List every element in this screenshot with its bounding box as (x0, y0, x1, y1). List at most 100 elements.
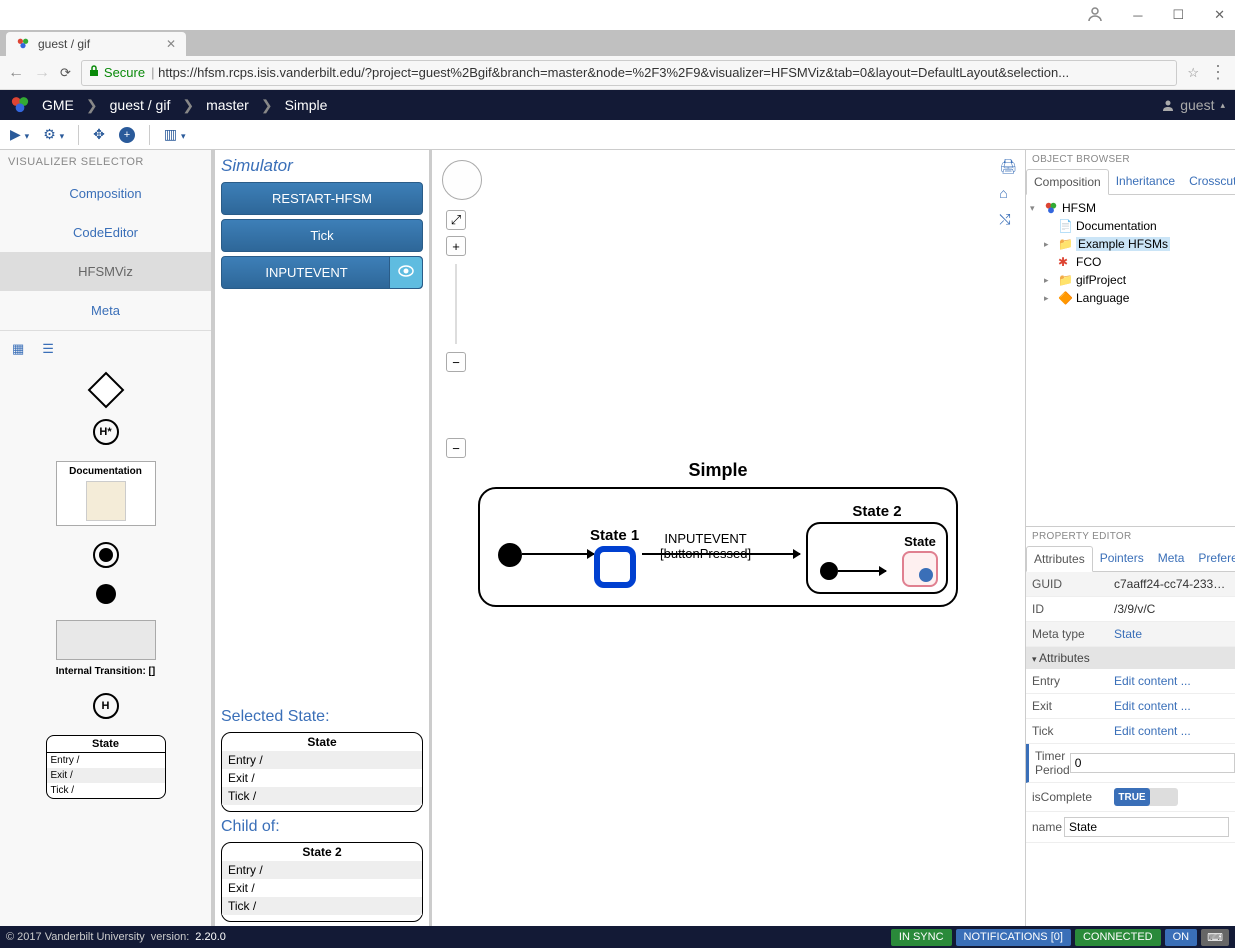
user-menu[interactable]: guest ▴ (1162, 97, 1225, 113)
diagram-simple-box[interactable]: State 1 INPUTEVENT [buttonPressed] State… (478, 487, 958, 607)
tab-close-icon[interactable]: ✕ (166, 37, 176, 51)
prop-meta-type: Meta typeState (1026, 622, 1235, 647)
prop-attr-iscomplete[interactable]: isCompleteTRUE (1026, 783, 1235, 812)
eye-icon[interactable] (389, 257, 422, 288)
tree-item[interactable]: ✱FCO (1044, 253, 1231, 271)
tab-preferences[interactable]: Preferences (1191, 546, 1235, 571)
palette-initial[interactable] (93, 542, 119, 568)
prop-attr-name[interactable]: name (1026, 812, 1235, 843)
keyboard-icon[interactable]: ⌨ (1201, 929, 1229, 946)
timer-input[interactable] (1070, 753, 1235, 773)
minimize-icon[interactable]: ─ (1133, 8, 1142, 23)
fullscreen-icon[interactable]: ⤢ (446, 210, 466, 230)
inner-state[interactable]: State (902, 534, 938, 587)
play-icon[interactable]: ▶ ▾ (10, 126, 29, 143)
lock-icon (88, 65, 100, 80)
home-icon[interactable]: ⌂ (999, 185, 1017, 201)
add-icon[interactable]: + (119, 127, 135, 143)
reload-icon[interactable]: ⟳ (60, 65, 71, 81)
tree-root[interactable]: ▾ HFSM (1030, 199, 1231, 217)
prop-attr-exit[interactable]: ExitEdit content ... (1026, 694, 1235, 719)
grid-view-icon[interactable]: ▦ (12, 341, 24, 357)
palette-shallow-history[interactable]: H (93, 693, 119, 719)
secure-label: Secure (104, 65, 145, 80)
collapse-icon[interactable]: ▾ (1030, 203, 1040, 214)
input-event-button[interactable]: INPUTEVENT (221, 256, 423, 289)
expand-icon[interactable]: ▸ (1044, 275, 1054, 286)
version-value: 2.20.0 (195, 931, 226, 943)
sync-badge[interactable]: IN SYNC (891, 929, 952, 946)
zoom-in-icon[interactable]: + (446, 236, 466, 256)
transition-arrow (838, 570, 886, 572)
name-input[interactable] (1064, 817, 1229, 837)
expand-icon[interactable]: ▸ (1044, 239, 1054, 250)
visualizer-item-hfsmviz[interactable]: HFSMViz (0, 252, 211, 291)
breadcrumb-item[interactable]: Simple (285, 97, 328, 113)
zoom-reset-icon[interactable]: − (446, 438, 466, 458)
initial-state-icon[interactable] (498, 543, 522, 567)
pan-control[interactable] (442, 160, 482, 200)
tick-button[interactable]: Tick (221, 219, 423, 252)
state1[interactable]: State 1 (590, 527, 639, 588)
tab-crosscut[interactable]: Crosscut (1182, 169, 1235, 194)
on-badge[interactable]: ON (1165, 929, 1198, 946)
tab-composition[interactable]: Composition (1026, 169, 1109, 195)
tree-item[interactable]: ▸📁gifProject (1044, 271, 1231, 289)
object-tree: ▾ HFSM 📄Documentation ▸📁Example HFSMs ✱F… (1026, 195, 1235, 526)
shuffle-icon[interactable]: ⤭ (999, 211, 1017, 228)
palette-history[interactable]: H* (93, 419, 119, 445)
list-view-icon[interactable]: ☰ (42, 341, 54, 357)
palette-choice[interactable] (93, 377, 119, 403)
browser-tabbar: guest / gif ✕ (0, 30, 1235, 56)
layout-icon[interactable]: ▥ ▾ (164, 126, 186, 143)
palette-final[interactable] (96, 584, 116, 604)
notifications-badge[interactable]: NOTIFICATIONS [0] (956, 929, 1071, 946)
back-icon[interactable]: ← (8, 64, 24, 82)
expand-icon[interactable]: ▸ (1044, 293, 1054, 304)
visualizer-item-meta[interactable]: Meta (0, 291, 211, 330)
child-of-box: State 2 Entry / Exit / Tick / (221, 842, 423, 922)
prop-attr-tick[interactable]: TickEdit content ... (1026, 719, 1235, 744)
zoom-out-icon[interactable]: − (446, 352, 466, 372)
tab-pointers[interactable]: Pointers (1093, 546, 1151, 571)
prop-attr-timer[interactable]: Timer Period (1026, 744, 1235, 783)
bookmark-icon[interactable]: ☆ (1187, 65, 1199, 81)
visualizer-item-codeeditor[interactable]: CodeEditor (0, 213, 211, 252)
canvas[interactable]: ⤢ + − − 🖨 ⌂ ⤭ Simple State 1 (432, 150, 1025, 926)
attributes-section-header[interactable]: Attributes (1026, 647, 1235, 669)
print-icon[interactable]: 🖨 (999, 158, 1017, 175)
tree-item[interactable]: 📄Documentation (1044, 217, 1231, 235)
close-icon[interactable]: ✕ (1214, 7, 1225, 23)
address-bar: ← → ⟳ Secure | https://hfsm.rcps.isis.va… (0, 56, 1235, 90)
breadcrumb-item[interactable]: master (206, 97, 249, 113)
palette-documentation[interactable]: Documentation (56, 461, 156, 526)
breadcrumb-item[interactable]: guest / gif (110, 97, 171, 113)
version-label: version: (151, 931, 190, 943)
palette-region[interactable]: Internal Transition: [] (56, 620, 156, 677)
tree-item[interactable]: ▸🔶Language (1044, 289, 1231, 307)
tree-item[interactable]: ▸📁Example HFSMs (1044, 235, 1231, 253)
forward-icon[interactable]: → (34, 64, 50, 82)
browser-tab[interactable]: guest / gif ✕ (6, 32, 186, 56)
tab-attributes[interactable]: Attributes (1026, 546, 1093, 572)
gear-icon[interactable]: ⚙ ▾ (43, 126, 64, 143)
restart-hfsm-button[interactable]: RESTART-HFSM (221, 182, 423, 215)
iscomplete-toggle[interactable]: TRUE (1114, 788, 1178, 806)
state2[interactable]: State 2 State (806, 503, 948, 594)
tab-inheritance[interactable]: Inheritance (1109, 169, 1182, 194)
selected-state-box: State Entry / Exit / Tick / (221, 732, 423, 812)
tab-meta[interactable]: Meta (1151, 546, 1192, 571)
view-toggle: ▦ ☰ (0, 331, 211, 367)
maximize-icon[interactable]: ☐ (1172, 7, 1184, 23)
address-field[interactable]: Secure | https://hfsm.rcps.isis.vanderbi… (81, 60, 1177, 86)
fco-icon: ✱ (1058, 255, 1072, 269)
palette-state[interactable]: State Entry / Exit / Tick / (46, 735, 166, 799)
browser-menu-icon[interactable]: ⋮ (1209, 62, 1227, 83)
connected-badge[interactable]: CONNECTED (1075, 929, 1161, 946)
prop-attr-entry[interactable]: EntryEdit content ... (1026, 669, 1235, 694)
zoom-slider[interactable] (455, 264, 457, 344)
object-browser-panel: OBJECT BROWSER Composition Inheritance C… (1026, 150, 1235, 526)
move-icon[interactable]: ✥ (93, 126, 105, 143)
initial-state-icon[interactable] (820, 562, 838, 580)
visualizer-item-composition[interactable]: Composition (0, 174, 211, 213)
